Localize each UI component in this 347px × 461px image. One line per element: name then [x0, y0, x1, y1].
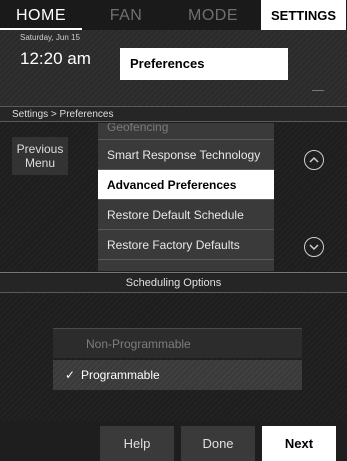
- menu-item-restore-default-schedule[interactable]: Restore Default Schedule: [98, 200, 274, 230]
- scheduling-options-title: Scheduling Options: [0, 274, 347, 293]
- option-non-programmable-label: Non-Programmable: [86, 337, 191, 351]
- breadcrumb: Settings > Preferences: [0, 106, 347, 122]
- section-divider: [0, 272, 347, 273]
- divider: [312, 90, 324, 91]
- previous-menu-button[interactable]: Previous Menu: [12, 137, 68, 175]
- done-button[interactable]: Done: [181, 426, 255, 461]
- menu-area: Previous Menu Geofencing Smart Response …: [0, 123, 347, 271]
- tab-home[interactable]: HOME: [0, 0, 82, 30]
- tab-fan[interactable]: FAN: [82, 0, 170, 30]
- checkmark-icon: ✓: [65, 368, 76, 382]
- tab-settings[interactable]: SETTINGS: [261, 0, 346, 30]
- date-label: Saturday, Jun 15: [20, 33, 80, 42]
- top-tab-bar: HOME FAN MODE SETTINGS: [0, 0, 347, 30]
- time-label: 12:20 am: [20, 49, 91, 68]
- preferences-menu: Geofencing Smart Response Technology Adv…: [98, 123, 274, 271]
- page-title: Preferences: [120, 48, 288, 80]
- menu-item-restore-factory-defaults[interactable]: Restore Factory Defaults: [98, 230, 274, 260]
- next-button[interactable]: Next: [262, 426, 336, 461]
- chevron-up-icon[interactable]: [304, 150, 324, 170]
- tab-mode[interactable]: MODE: [170, 0, 256, 30]
- menu-item-smart-response[interactable]: Smart Response Technology: [98, 140, 274, 170]
- option-non-programmable[interactable]: Non-Programmable: [53, 328, 302, 358]
- option-programmable[interactable]: ✓ Programmable: [53, 360, 302, 390]
- menu-item-advanced-preferences[interactable]: Advanced Preferences: [98, 170, 274, 200]
- scheduling-options-panel: Non-Programmable ✓ Programmable: [0, 293, 347, 421]
- help-button[interactable]: Help: [100, 426, 174, 461]
- status-header: Saturday, Jun 15 12:20 am Preferences: [0, 30, 347, 106]
- previous-menu-label: Previous Menu: [16, 142, 64, 170]
- menu-item-geofencing[interactable]: Geofencing: [98, 123, 274, 140]
- option-programmable-label: Programmable: [81, 368, 160, 382]
- chevron-down-icon[interactable]: [304, 237, 324, 257]
